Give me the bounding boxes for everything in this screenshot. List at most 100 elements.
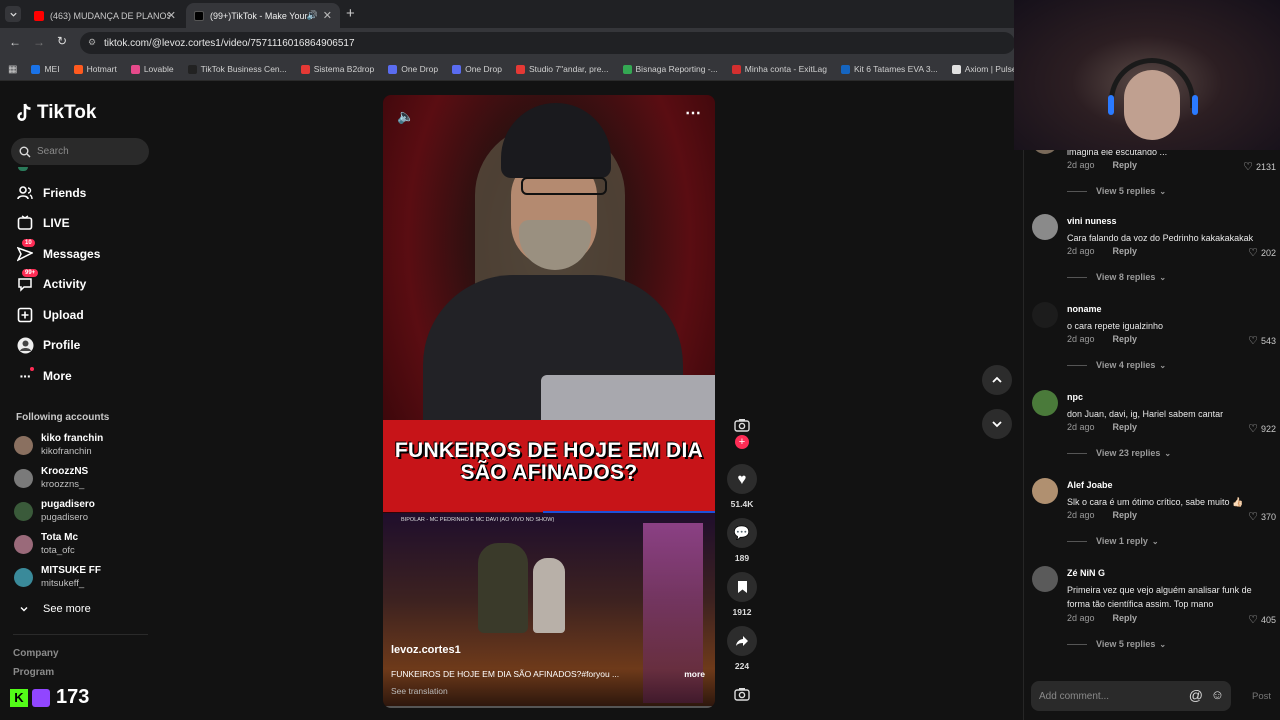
view-replies-button[interactable]: View 5 replies ⌄: [1067, 186, 1166, 196]
bookmark-item[interactable]: Minha conta - ExitLag: [731, 64, 827, 74]
see-more-button[interactable]: See more: [19, 603, 91, 615]
view-replies-button[interactable]: View 23 replies ⌄: [1067, 448, 1171, 458]
avatar[interactable]: [1032, 390, 1058, 416]
forward-icon[interactable]: →: [33, 35, 45, 49]
bookmark-item[interactable]: One Drop: [452, 64, 502, 74]
sidebar-item-friends[interactable]: Friends: [16, 182, 86, 204]
like-button[interactable]: ♥ 51.4K: [727, 464, 757, 509]
bookmark-item[interactable]: Hotmart: [73, 64, 117, 74]
bookmark-item[interactable]: Studio 7"andar, pre...: [515, 64, 609, 74]
comment-username[interactable]: noname: [1067, 304, 1102, 314]
comment-username[interactable]: npc: [1067, 392, 1083, 402]
comment-like-button[interactable]: ♡ 370: [1248, 510, 1276, 523]
webcam-headset: [1109, 58, 1195, 108]
reply-button[interactable]: Reply: [1113, 334, 1138, 344]
comment-username[interactable]: Alef Joabe: [1067, 480, 1113, 490]
camera-button[interactable]: +: [727, 418, 757, 449]
view-replies-button[interactable]: View 5 replies ⌄: [1067, 639, 1166, 649]
avatar: [14, 501, 33, 521]
tiktok-logo[interactable]: TikTok: [16, 102, 96, 124]
bookmark-item[interactable]: TikTok Business Cen...: [187, 64, 287, 74]
comment-date: 2d ago: [1067, 613, 1095, 623]
video-player[interactable]: FUNKEIROS DE HOJE EM DIA SÃO AFINADOS? B…: [383, 95, 715, 708]
camera-button-2[interactable]: [727, 687, 757, 701]
comment-like-button[interactable]: ♡ 202: [1248, 246, 1276, 259]
tab-tiktok[interactable]: (99+)TikTok - Make Your Da 🔊 ✕: [186, 3, 340, 28]
avatar[interactable]: [1032, 302, 1058, 328]
back-icon[interactable]: ←: [9, 35, 21, 49]
comment-button[interactable]: 💬 189: [727, 518, 757, 563]
footer-program[interactable]: Program: [13, 667, 54, 678]
sidebar-item-more[interactable]: ··· More: [16, 365, 72, 387]
account-display-name: pugadisero: [41, 499, 95, 510]
apps-icon[interactable]: ▦: [8, 64, 17, 75]
new-tab-button[interactable]: +: [346, 5, 355, 22]
post-comment-button[interactable]: Post: [1252, 691, 1271, 702]
reload-icon[interactable]: ↻: [57, 34, 67, 48]
bookmark-item[interactable]: Sistema B2drop: [300, 64, 374, 74]
sidebar-item-activity[interactable]: 99+ Activity: [16, 269, 86, 295]
tab-search-button[interactable]: [5, 6, 21, 22]
bookmark-label: Hotmart: [86, 64, 117, 74]
next-video-button[interactable]: [982, 409, 1012, 439]
video-progress-bar[interactable]: [383, 706, 715, 708]
following-account[interactable]: kiko franchin kikofranchin: [14, 430, 103, 460]
previous-video-button[interactable]: [982, 365, 1012, 395]
comment-like-button[interactable]: ♡ 405: [1248, 613, 1276, 626]
reply-button[interactable]: Reply: [1113, 510, 1138, 520]
emoji-icon[interactable]: ☺: [1211, 687, 1224, 702]
heart-outline-icon: ♡: [1243, 161, 1253, 173]
reply-button[interactable]: Reply: [1113, 613, 1138, 623]
bookmark-item[interactable]: Kit 6 Tatames EVA 3...: [840, 64, 938, 74]
save-button[interactable]: 1912: [727, 572, 757, 617]
reply-button[interactable]: Reply: [1113, 160, 1138, 170]
kick-icon: K: [10, 688, 28, 707]
sidebar-item-messages[interactable]: 10 Messages: [16, 239, 100, 265]
reply-button[interactable]: Reply: [1113, 422, 1138, 432]
comment-like-button[interactable]: ♡ 2131: [1243, 160, 1276, 173]
bookmark-item[interactable]: Lovable: [130, 64, 174, 74]
speaker-icon[interactable]: 🔊: [307, 10, 318, 21]
following-account[interactable]: pugadisero pugadisero: [14, 496, 95, 526]
footer-company[interactable]: Company: [13, 648, 59, 659]
share-button[interactable]: 224: [727, 626, 757, 671]
close-tab-icon[interactable]: ✕: [167, 9, 176, 22]
caption-more-button[interactable]: more: [684, 669, 705, 679]
volume-icon[interactable]: 🔈: [397, 108, 414, 125]
avatar[interactable]: [1032, 566, 1058, 592]
bookmark-label: One Drop: [465, 64, 502, 74]
video-options-icon[interactable]: ⋯: [685, 103, 701, 123]
following-account[interactable]: MITSUKE FF mitsukeff_: [14, 562, 101, 592]
following-account[interactable]: Tota Mc tota_ofc: [14, 529, 78, 559]
comment-username[interactable]: Zé NiN G: [1067, 568, 1105, 578]
site-info-icon[interactable]: ⚙: [88, 37, 96, 48]
sidebar-item-upload[interactable]: Upload: [16, 304, 84, 326]
see-translation-link[interactable]: See translation: [391, 686, 448, 696]
add-comment-input[interactable]: Add comment... @ ☺: [1031, 681, 1231, 711]
view-replies-button[interactable]: View 4 replies ⌄: [1067, 360, 1166, 370]
bookmark-item[interactable]: MEI: [31, 64, 60, 74]
search-input[interactable]: Search: [11, 138, 149, 165]
comment-username[interactable]: vini nuness: [1067, 216, 1117, 226]
avatar[interactable]: [1032, 214, 1058, 240]
view-replies-button[interactable]: View 8 replies ⌄: [1067, 272, 1166, 282]
bookmark-item[interactable]: Axiom | Pulse: [951, 64, 1017, 74]
tab-youtube[interactable]: (463) MUDANÇA DE PLANOS: C ✕: [26, 3, 184, 28]
activity-icon: 99+: [16, 269, 39, 293]
comment-like-button[interactable]: ♡ 922: [1248, 422, 1276, 435]
heart-outline-icon: ♡: [1248, 247, 1258, 259]
address-bar[interactable]: ⚙ tiktok.com/@levoz.cortes1/video/757111…: [80, 32, 1015, 54]
close-tab-icon[interactable]: ✕: [323, 9, 332, 22]
bookmark-item[interactable]: Bisnaga Reporting -...: [622, 64, 718, 74]
following-account[interactable]: KroozzNS kroozzns_: [14, 463, 88, 493]
sidebar-item-profile[interactable]: Profile: [16, 334, 80, 356]
follow-plus-icon[interactable]: +: [735, 435, 749, 449]
comment-like-button[interactable]: ♡ 543: [1248, 334, 1276, 347]
view-replies-button[interactable]: View 1 reply ⌄: [1067, 536, 1159, 546]
avatar[interactable]: [1032, 478, 1058, 504]
sidebar-item-live[interactable]: LIVE: [16, 212, 70, 234]
bookmark-item[interactable]: One Drop: [388, 64, 438, 74]
mention-icon[interactable]: @: [1189, 687, 1203, 703]
video-author[interactable]: levoz.cortes1: [391, 644, 461, 656]
reply-button[interactable]: Reply: [1113, 246, 1138, 256]
